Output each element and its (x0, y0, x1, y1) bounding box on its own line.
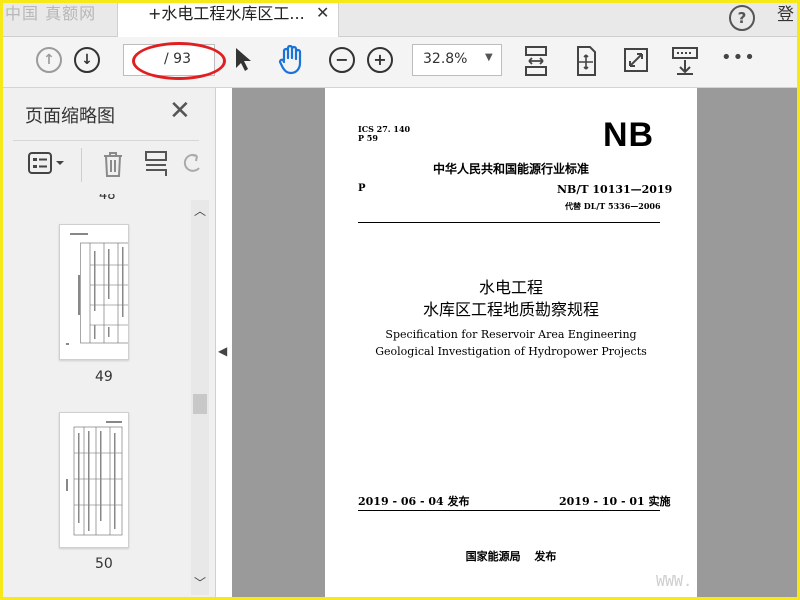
doc-standard-org: 中华人民共和国能源行业标准 (432, 162, 589, 176)
zoom-out-icon[interactable]: − (329, 47, 355, 73)
thumbnail-panel: 页面缩略图 ✕ 48 49 50 ︿ ﹀ (3, 88, 216, 597)
document-view[interactable]: ICS 27. 140 P 59 NB 中华人民共和国能源行业标准 P NB/T… (232, 88, 797, 597)
doc-rule-bottom (358, 510, 660, 511)
doc-ics-code: ICS 27. 140 P 59 (358, 125, 410, 143)
doc-implement-date: 2019 - 10 - 01 实施 (559, 495, 671, 508)
doc-title-en-line2: Geological Investigation of Hydropower P… (375, 345, 647, 358)
login-button[interactable]: 登 (777, 3, 794, 27)
doc-p-letter: P (358, 183, 366, 194)
toolbar-divider (81, 148, 82, 182)
doc-title-cn-line1: 水电工程 (478, 278, 543, 297)
zoom-select[interactable]: 32.8% ▼ (412, 44, 502, 76)
select-pointer-icon[interactable] (233, 47, 253, 73)
doc-title-cn-line2: 水库区工程地质勘察规程 (422, 300, 599, 319)
tab-previous[interactable]: 中国 真额网 (5, 3, 96, 36)
document-page: ICS 27. 140 P 59 NB 中华人民共和国能源行业标准 P NB/T… (325, 88, 697, 597)
tab-document[interactable]: +水电工程水库区工... ✕ (117, 3, 339, 37)
next-page-icon[interactable]: ↓ (74, 47, 100, 73)
tab-title: +水电工程水库区工... (148, 4, 305, 23)
doc-publish-date: 2019 - 06 - 04 发布 (358, 495, 470, 508)
scroll-up-icon[interactable]: ︿ (194, 202, 206, 219)
rotate-page-icon[interactable] (573, 45, 599, 77)
help-icon[interactable]: ? (729, 5, 755, 31)
doc-p59: P 59 (358, 133, 378, 143)
page-thumbnail-preview (66, 421, 123, 536)
previous-page-icon[interactable]: ↑ (36, 47, 62, 73)
tab-bar: 中国 真额网 +水电工程水库区工... ✕ ? 登 (3, 3, 797, 37)
doc-issuer: 国家能源局 发布 (465, 550, 557, 563)
rotate-icon[interactable] (183, 150, 203, 178)
page-thumbnail-label: 49 (95, 369, 113, 385)
divider (13, 140, 199, 141)
fit-page-icon[interactable] (523, 45, 549, 77)
doc-rule-top (358, 222, 660, 223)
page-thumbnail[interactable] (59, 412, 129, 548)
trash-icon[interactable] (101, 150, 125, 178)
doc-replaces: 代替 DL/T 5336—2006 (565, 201, 661, 211)
thumbnail-list: 48 49 50 (3, 194, 189, 597)
panel-title: 页面缩略图 (25, 106, 115, 127)
hand-tool-icon[interactable] (277, 45, 305, 75)
scroll-down-icon[interactable]: ﹀ (194, 574, 206, 591)
page-thumbnail-label: 50 (95, 556, 113, 572)
more-options-icon[interactable]: ••• (721, 47, 756, 68)
scrollbar-thumb[interactable] (193, 394, 207, 414)
zoom-value: 32.8% (423, 51, 468, 67)
tab-close-icon[interactable]: ✕ (316, 3, 329, 23)
read-mode-icon[interactable] (671, 46, 699, 76)
page-thumbnail-label: 48 (99, 194, 116, 203)
doc-title-en-line1: Specification for Reservoir Area Enginee… (385, 328, 637, 341)
thumbnail-options-icon[interactable] (27, 150, 67, 176)
toolbar: ↑ ↓ / 93 − + 32.8% ▼ ••• (3, 37, 797, 88)
extract-page-icon[interactable] (143, 150, 169, 178)
watermark: WWW. (656, 572, 693, 590)
panel-close-icon[interactable]: ✕ (169, 96, 191, 126)
page-thumbnail[interactable] (59, 224, 140, 360)
page-thumbnail-preview (66, 233, 140, 345)
nb-logo: NB (603, 116, 655, 154)
chevron-down-icon: ▼ (485, 52, 493, 63)
thumbnail-scrollbar[interactable]: ︿ ﹀ (191, 200, 209, 595)
collapse-panel-icon[interactable]: ◀ (218, 344, 227, 358)
full-screen-icon[interactable] (623, 47, 649, 73)
zoom-in-icon[interactable]: + (367, 47, 393, 73)
highlight-oval (132, 42, 226, 80)
doc-standard-code: NB/T 10131—2019 (557, 183, 673, 196)
